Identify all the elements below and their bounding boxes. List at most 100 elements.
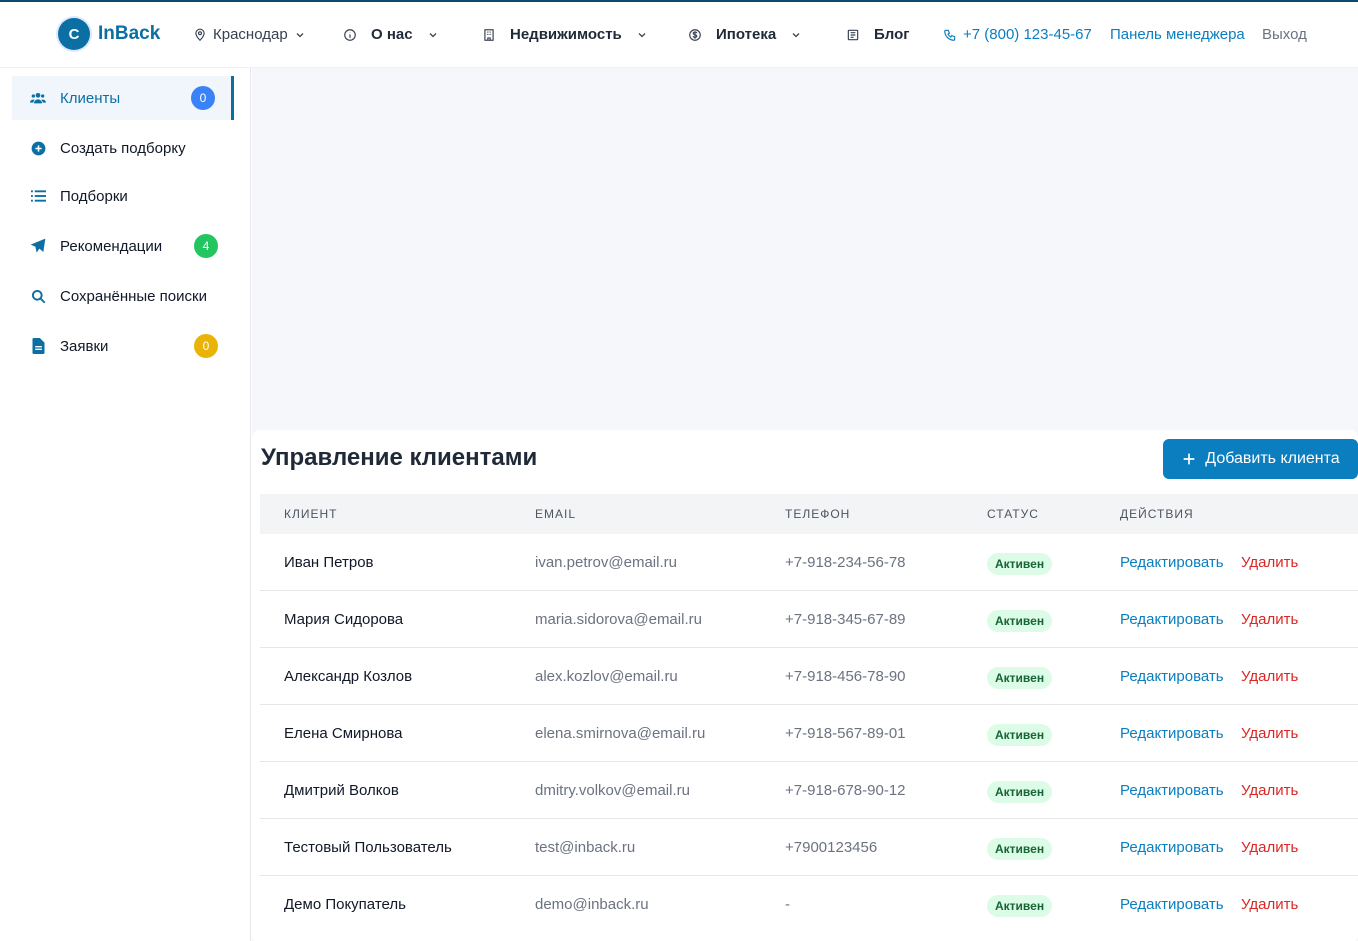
sidebar: Клиенты 0 Создать подборку Подборки Реко… [0, 68, 251, 941]
table-row: Тестовый Пользователь test@inback.ru +79… [260, 819, 1358, 876]
add-client-button[interactable]: Добавить клиента [1163, 439, 1358, 479]
users-icon [30, 90, 46, 106]
client-email: ivan.petrov@email.ru [535, 554, 677, 571]
table-row: Елена Смирнова elena.smirnova@email.ru +… [260, 705, 1358, 762]
chevron-down-icon [429, 32, 437, 37]
status-badge: Активен [987, 553, 1053, 575]
client-phone: +7-918-234-56-78 [785, 554, 906, 571]
client-email: alex.kozlov@email.ru [535, 668, 678, 685]
sidebar-item-label: Заявки [60, 337, 109, 355]
status-badge: Активен [987, 724, 1053, 746]
status-badge: Активен [987, 895, 1053, 917]
building-icon [484, 28, 494, 41]
client-email: test@inback.ru [535, 839, 636, 856]
clients-count-badge: 0 [191, 86, 215, 110]
edit-button[interactable]: Редактировать [1120, 896, 1224, 913]
edit-button[interactable]: Редактировать [1120, 668, 1224, 685]
status-badge: Активен [987, 781, 1053, 803]
edit-button[interactable]: Редактировать [1120, 839, 1224, 856]
sidebar-item-label: Клиенты [60, 89, 121, 107]
table-row: Мария Сидорова maria.sidorova@email.ru +… [260, 591, 1358, 648]
sidebar-item-requests[interactable]: Заявки 0 [12, 324, 234, 368]
column-header-email: EMAIL [535, 507, 577, 521]
sidebar-item-create-selection[interactable]: Создать подборку [12, 126, 234, 170]
nav-mortgage-label: Ипотека [716, 26, 777, 43]
client-name: Елена Смирнова [284, 725, 403, 742]
newspaper-icon [847, 29, 859, 40]
column-header-phone: ТЕЛЕФОН [785, 507, 851, 521]
phone-link[interactable]: +7 (800) 123-45-67 [943, 26, 1092, 43]
logo-text: InBack [98, 23, 161, 44]
delete-button[interactable]: Удалить [1241, 896, 1298, 913]
client-phone: +7-918-345-67-89 [785, 611, 906, 628]
delete-button[interactable]: Удалить [1241, 782, 1298, 799]
delete-button[interactable]: Удалить [1241, 611, 1298, 628]
search-icon [30, 288, 46, 304]
sidebar-item-label: Рекомендации [60, 237, 163, 255]
chevron-down-icon [792, 32, 800, 37]
table-row: Дмитрий Волков dmitry.volkov@email.ru +7… [260, 762, 1358, 819]
client-name: Тестовый Пользователь [284, 839, 452, 856]
sidebar-item-label: Создать подборку [60, 139, 186, 157]
nav-about[interactable]: О нас [343, 26, 439, 43]
client-email: demo@inback.ru [535, 896, 649, 913]
edit-button[interactable]: Редактировать [1120, 554, 1224, 571]
client-email: dmitry.volkov@email.ru [535, 782, 690, 799]
table-row: Демо Покупатель demo@inback.ru - Активен… [260, 876, 1358, 933]
nav-mortgage[interactable]: Ипотека [688, 26, 802, 43]
phone-icon [944, 29, 956, 41]
location-pin-icon [195, 28, 205, 41]
sidebar-item-clients[interactable]: Клиенты 0 [12, 76, 234, 120]
phone-number: +7 (800) 123-45-67 [963, 26, 1092, 43]
table-row: Иван Петров ivan.petrov@email.ru +7-918-… [260, 534, 1358, 591]
delete-button[interactable]: Удалить [1241, 554, 1298, 571]
nav-about-label: О нас [371, 26, 413, 43]
nav-blog[interactable]: Блог [846, 26, 910, 43]
manager-panel-link[interactable]: Панель менеджера [1110, 26, 1245, 43]
client-phone: +7900123456 [785, 839, 878, 856]
logout-link[interactable]: Выход [1262, 26, 1307, 43]
chevron-down-icon [638, 32, 646, 37]
delete-button[interactable]: Удалить [1241, 725, 1298, 742]
delete-button[interactable]: Удалить [1241, 668, 1298, 685]
plus-circle-icon [30, 140, 46, 156]
client-phone: - [785, 896, 790, 913]
edit-button[interactable]: Редактировать [1120, 782, 1224, 799]
client-phone: +7-918-456-78-90 [785, 668, 906, 685]
top-header: C InBack Краснодар О нас Недвижимость Ип… [0, 2, 1358, 68]
column-header-client: КЛИЕНТ [284, 507, 338, 521]
status-badge: Активен [987, 838, 1053, 860]
nav-blog-label: Блог [874, 26, 910, 43]
client-name: Александр Козлов [284, 668, 413, 685]
recommendations-count-badge: 4 [194, 234, 218, 258]
requests-count-badge: 0 [194, 334, 218, 358]
sidebar-item-label: Подборки [60, 187, 128, 205]
client-name: Мария Сидорова [284, 611, 404, 628]
delete-button[interactable]: Удалить [1241, 839, 1298, 856]
main-content: Управление клиентами Добавить клиента КЛ… [252, 68, 1358, 941]
client-phone: +7-918-678-90-12 [785, 782, 906, 799]
nav-realty-label: Недвижимость [510, 26, 622, 43]
edit-button[interactable]: Редактировать [1120, 725, 1224, 742]
column-header-actions: ДЕЙСТВИЯ [1120, 507, 1194, 521]
page-title: Управление клиентами [261, 444, 538, 471]
client-name: Дмитрий Волков [284, 782, 399, 799]
logo[interactable]: C InBack [58, 18, 160, 50]
city-selector[interactable]: Краснодар [193, 26, 306, 43]
clients-panel: Управление клиентами Добавить клиента КЛ… [252, 430, 1358, 941]
client-name: Демо Покупатель [284, 896, 406, 913]
dollar-circle-icon [689, 28, 701, 41]
nav-realty[interactable]: Недвижимость [482, 26, 648, 43]
edit-button[interactable]: Редактировать [1120, 611, 1224, 628]
client-name: Иван Петров [284, 554, 374, 571]
info-icon [344, 28, 356, 41]
status-badge: Активен [987, 610, 1053, 632]
sidebar-item-selections[interactable]: Подборки [12, 174, 234, 218]
sidebar-item-label: Сохранённые поиски [60, 287, 207, 305]
plus-icon [1183, 453, 1195, 465]
list-icon [30, 188, 46, 204]
status-badge: Активен [987, 667, 1053, 689]
client-email: maria.sidorova@email.ru [535, 611, 702, 628]
sidebar-item-recommendations[interactable]: Рекомендации 4 [12, 224, 234, 268]
sidebar-item-saved-searches[interactable]: Сохранённые поиски [12, 274, 234, 318]
